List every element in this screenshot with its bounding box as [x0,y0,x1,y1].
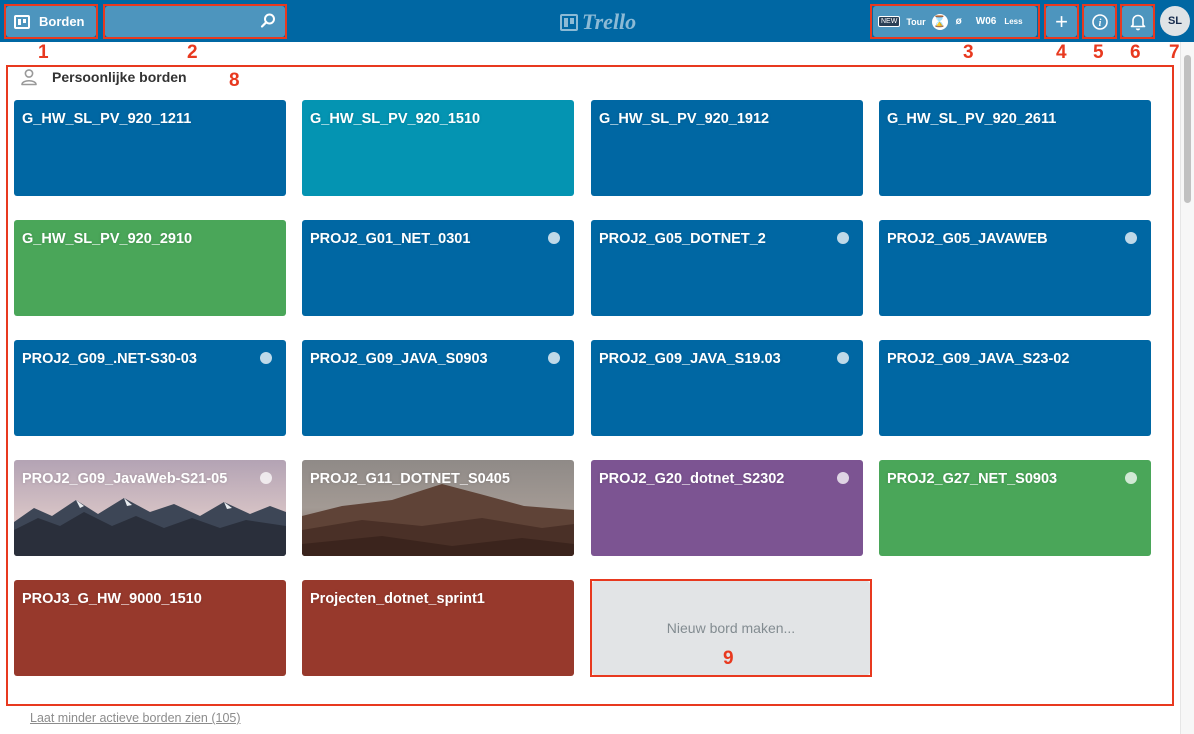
create-board-label: Nieuw bord maken... [666,620,796,636]
board-title: PROJ2_G09_JAVA_S0903 [310,351,488,367]
new-badge: NEW [878,16,901,27]
trello-logo[interactable]: Trello [560,9,636,35]
slash-label[interactable]: ø [956,16,962,27]
board-status-dot [548,232,560,244]
board-tile[interactable]: G_HW_SL_PV_920_2611 [879,100,1151,196]
board-title: G_HW_SL_PV_920_1211 [22,111,192,127]
logo-text: Trello [582,9,637,34]
board-status-dot [1125,232,1137,244]
boards-button-label: Borden [39,14,85,29]
avatar[interactable]: SL [1160,6,1190,36]
annotation-number-8: 8 [229,70,240,91]
board-status-dot [260,472,272,484]
tour-button[interactable]: Tour [906,17,925,27]
board-tile[interactable]: PROJ2_G01_NET_0301 [302,220,574,316]
board-status-dot [548,352,560,364]
annotation-number-3: 3 [963,42,974,63]
board-title: PROJ2_G09_JAVA_S23-02 [887,351,1070,367]
board-tile[interactable]: G_HW_SL_PV_920_2910 [14,220,286,316]
board-status-dot [837,232,849,244]
board-tile[interactable]: PROJ2_G09_JavaWeb-S21-05 [14,460,286,556]
annotation-number-7: 7 [1169,42,1180,63]
hourglass-icon[interactable]: ⌛ [931,13,948,30]
section-title: Persoonlijke borden [52,69,187,85]
bell-icon [1130,14,1145,30]
board-title: PROJ2_G11_DOTNET_S0405 [310,471,510,487]
board-tile[interactable]: G_HW_SL_PV_920_1912 [591,100,863,196]
board-title: PROJ2_G09_JAVA_S19.03 [599,351,781,367]
boards-button[interactable]: Borden [6,6,96,37]
board-tile[interactable]: PROJ2_G05_DOTNET_2 [591,220,863,316]
board-tile[interactable]: PROJ2_G09_JAVA_S23-02 [879,340,1151,436]
board-title: PROJ2_G09_.NET-S30-03 [22,351,197,367]
trello-logo-icon [560,13,578,31]
board-status-dot [837,472,849,484]
search-input[interactable] [105,6,255,37]
board-title: PROJ2_G27_NET_S0903 [887,471,1058,487]
extension-toolbar[interactable]: NEW Tour ⌛ ø W06 Less [873,6,1037,37]
board-tile[interactable]: G_HW_SL_PV_920_1211 [14,100,286,196]
board-title: G_HW_SL_PV_920_2611 [887,111,1057,127]
board-title: PROJ2_G09_JavaWeb-S21-05 [22,471,228,487]
week-label[interactable]: W06 [976,16,997,27]
board-status-dot [837,352,849,364]
notifications-button[interactable] [1122,6,1153,37]
board-title: Projecten_dotnet_sprint1 [310,591,485,607]
annotation-number-2: 2 [187,42,198,63]
annotation-number-9: 9 [723,648,734,669]
board-tile[interactable]: G_HW_SL_PV_920_1510 [302,100,574,196]
board-tile[interactable]: PROJ3_G_HW_9000_1510 [14,580,286,676]
board-title: PROJ2_G01_NET_0301 [310,231,471,247]
board-tile[interactable]: PROJ2_G11_DOTNET_S0405 [302,460,574,556]
board-status-dot [260,352,272,364]
search-icon[interactable] [259,12,277,30]
board-tile[interactable]: Projecten_dotnet_sprint1 [302,580,574,676]
board-title: PROJ2_G05_DOTNET_2 [599,231,766,247]
boards-icon [14,14,30,29]
person-icon [21,69,37,86]
board-title: G_HW_SL_PV_920_1912 [599,111,770,127]
board-tile[interactable]: PROJ2_G09_.NET-S30-03 [14,340,286,436]
board-status-dot [1125,472,1137,484]
board-title: PROJ3_G_HW_9000_1510 [22,591,202,607]
top-header: Borden Trello NEW Tour ⌛ ø W06 Less + i … [0,0,1194,42]
svg-text:i: i [1098,18,1101,29]
board-tile[interactable]: PROJ2_G05_JAVAWEB [879,220,1151,316]
search-box[interactable] [105,6,285,37]
add-button[interactable]: + [1046,6,1077,37]
less-button[interactable]: Less [1004,17,1022,26]
section-header: Persoonlijke borden [20,68,187,86]
board-title: G_HW_SL_PV_920_2910 [22,231,193,247]
board-title: PROJ2_G05_JAVAWEB [887,231,1048,247]
annotation-number-1: 1 [38,42,49,63]
annotation-number-4: 4 [1056,42,1067,63]
board-tile[interactable]: PROJ2_G20_dotnet_S2302 [591,460,863,556]
show-less-active-boards-link[interactable]: Laat minder actieve borden zien (105) [30,711,241,725]
info-button[interactable]: i [1084,6,1115,37]
plus-icon: + [1055,8,1068,34]
board-title: G_HW_SL_PV_920_1510 [310,111,481,127]
info-icon: i [1091,13,1108,30]
annotation-number-5: 5 [1093,42,1104,63]
board-tile[interactable]: PROJ2_G09_JAVA_S0903 [302,340,574,436]
scrollbar-thumb[interactable] [1184,55,1191,203]
annotation-number-6: 6 [1130,42,1141,63]
board-tile[interactable]: PROJ2_G27_NET_S0903 [879,460,1151,556]
board-tile[interactable]: PROJ2_G09_JAVA_S19.03 [591,340,863,436]
board-title: PROJ2_G20_dotnet_S2302 [599,471,785,487]
